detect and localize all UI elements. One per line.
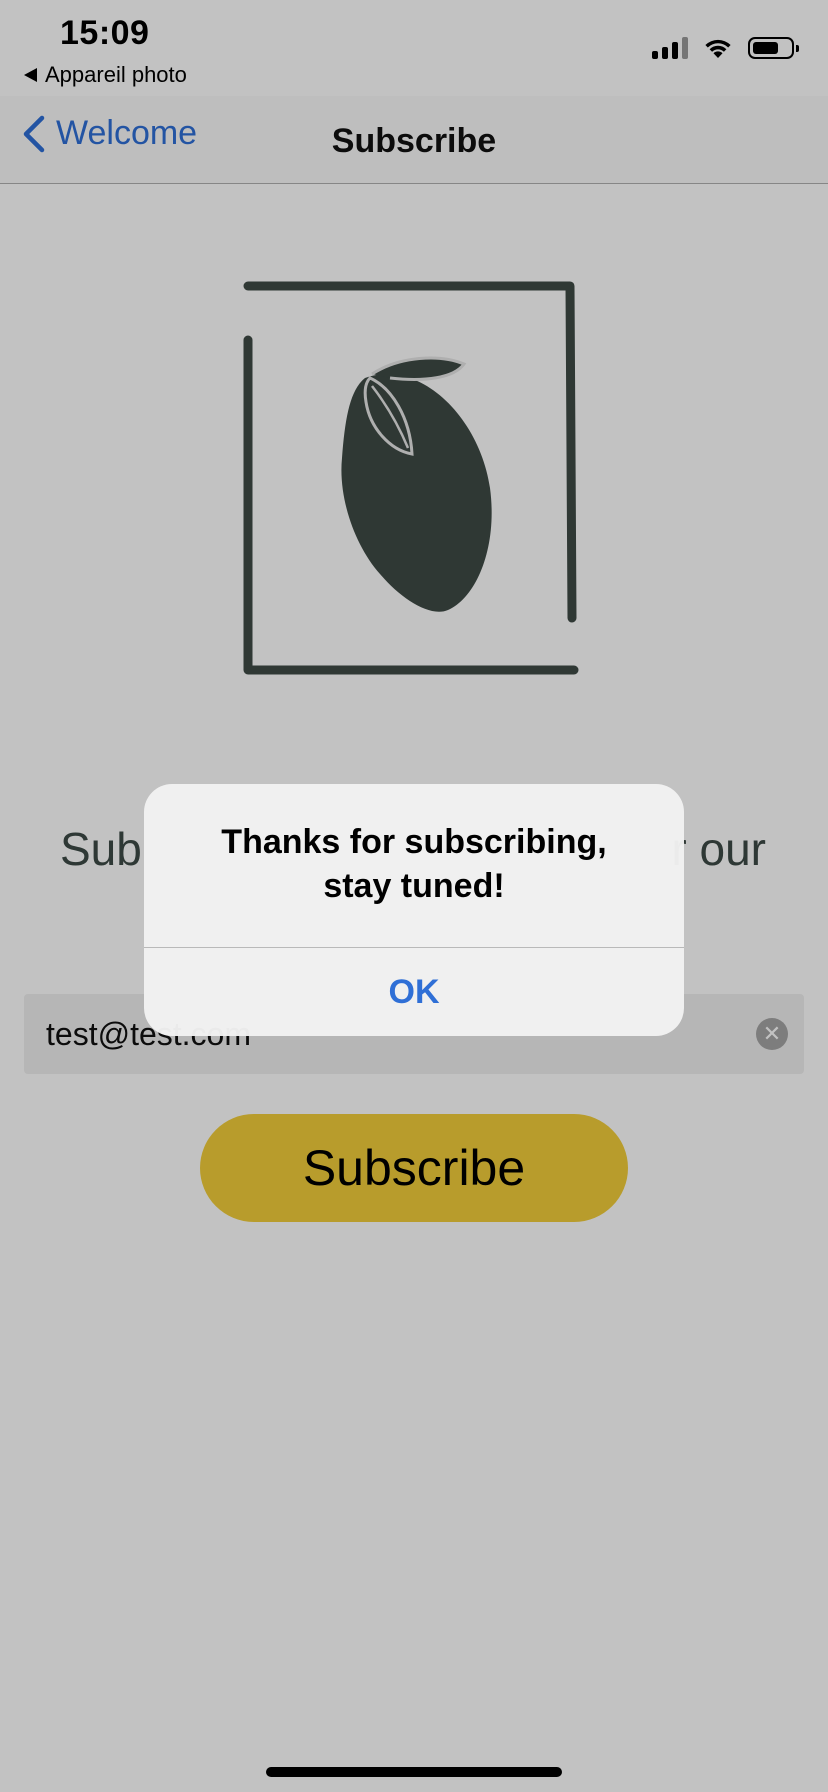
alert-message-line-2: stay tuned! [323, 867, 505, 905]
home-indicator[interactable] [266, 1767, 562, 1777]
alert-ok-button[interactable]: OK [144, 948, 684, 1036]
alert-message-line-1: Thanks for subscribing, [221, 823, 607, 861]
alert-dialog: Thanks for subscribing, stay tuned! OK [144, 784, 684, 1036]
alert-message: Thanks for subscribing, stay tuned! [174, 820, 654, 908]
